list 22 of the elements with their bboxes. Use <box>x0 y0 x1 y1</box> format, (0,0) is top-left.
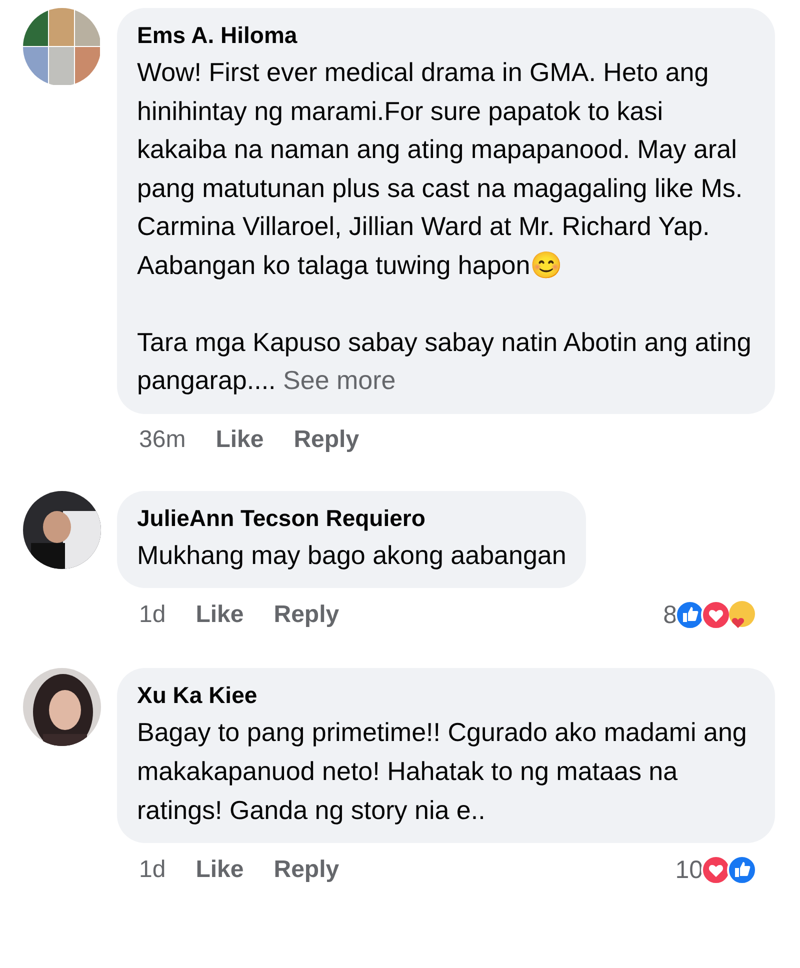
reply-link[interactable]: Reply <box>274 856 340 884</box>
like-link[interactable]: Like <box>196 601 244 630</box>
comment-text: Wow! First ever medical drama in GMA. Heto ang hinihintay ng marami.For sure papatok to kasi kakaiba na naman ang ating mapapanood. May aral pang matutunan plus sa cast na magagaling like Ms. Carmina Villaroel, Jillian Ward at Mr. Richard Yap. Aabangan ko talaga tuwing hapon😊 <box>137 56 744 282</box>
reply-link[interactable]: Reply <box>274 601 340 630</box>
reaction-count[interactable]: 10 <box>675 856 703 885</box>
comment-text: Bagay to pang primetime!! Cgurado ako madami ang makakapanuod neto! Hahatak to ng mataas na ratings! Ganda ng story nia e.. <box>137 716 748 827</box>
see-more-link[interactable]: See more <box>283 365 396 396</box>
timestamp: 36m <box>139 426 186 454</box>
reply-link[interactable]: Reply <box>294 426 360 454</box>
like-link[interactable]: Like <box>196 856 244 884</box>
like-link[interactable]: Like <box>216 426 264 454</box>
author-name[interactable]: Ems A. Hiloma <box>137 22 755 49</box>
reaction-count[interactable]: 8 <box>663 600 677 630</box>
comment-text: Tara mga Kapuso sabay sabay natin Abotin ang ating pangarap.... See more <box>137 326 752 398</box>
timestamp: 1d <box>139 856 166 884</box>
author-name[interactable]: JulieAnn Tecson Requiero <box>137 504 566 532</box>
comment-text: Mukhang may bago akong aabangan <box>137 538 566 572</box>
author-name[interactable]: Xu Ka Kiee <box>137 682 755 710</box>
timestamp: 1d <box>139 601 166 630</box>
like-icon <box>727 855 757 886</box>
like-icon <box>675 600 705 630</box>
hugging-emoji-icon <box>727 600 757 630</box>
